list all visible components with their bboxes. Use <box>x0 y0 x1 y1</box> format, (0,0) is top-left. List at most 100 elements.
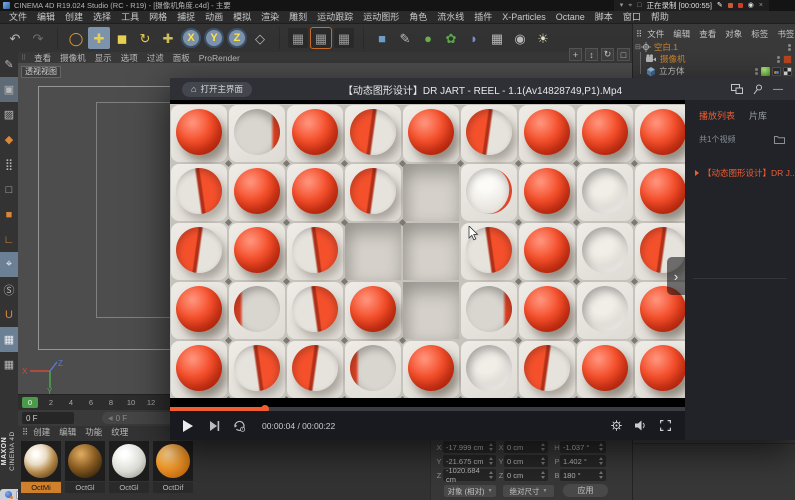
panel-grip-icon[interactable]: ⠿ <box>21 54 26 62</box>
visibility-dots[interactable] <box>753 68 759 75</box>
viewport-menu-面板[interactable]: 面板 <box>169 52 194 64</box>
viewport-menu-过滤[interactable]: 过滤 <box>143 52 168 64</box>
undo-icon[interactable]: ↶ <box>4 27 26 49</box>
volume-icon[interactable] <box>635 420 647 431</box>
visibility-dots[interactable] <box>786 44 792 51</box>
om-menu-查看[interactable]: 查看 <box>695 28 720 40</box>
menu-脚本[interactable]: 脚本 <box>590 11 618 24</box>
menu-文件[interactable]: 文件 <box>4 11 32 24</box>
move-tool-icon[interactable]: ✚ <box>88 27 110 49</box>
current-frame-field[interactable]: 0 F <box>22 412 74 424</box>
camera-tag[interactable] <box>783 55 792 64</box>
stepper-icon[interactable] <box>488 443 494 451</box>
coord-field-position-Z[interactable]: -1020.684 cm <box>443 469 496 481</box>
player-home-button[interactable]: ⌂ 打开主界面 <box>182 82 252 97</box>
texture-tag[interactable] <box>783 67 792 76</box>
menu-帮助[interactable]: 帮助 <box>646 11 674 24</box>
menu-Octane[interactable]: Octane <box>551 11 590 24</box>
menu-角色[interactable]: 角色 <box>404 11 432 24</box>
stepper-icon[interactable] <box>598 457 604 465</box>
menu-雕刻[interactable]: 雕刻 <box>284 11 312 24</box>
menu-窗口[interactable]: 窗口 <box>618 11 646 24</box>
axis-mode-icon[interactable]: ∟ <box>0 227 18 252</box>
model-mode-icon[interactable]: ▣ <box>0 77 18 102</box>
viewport-menu-显示[interactable]: 显示 <box>91 52 116 64</box>
floor-icon[interactable]: ▦ <box>486 27 508 49</box>
menu-工具[interactable]: 工具 <box>116 11 144 24</box>
apply-button[interactable]: 应用 <box>563 484 608 497</box>
zoom-view-icon[interactable]: ↕ <box>585 48 598 61</box>
pause-record-icon[interactable] <box>728 3 733 8</box>
menu-编辑[interactable]: 编辑 <box>32 11 60 24</box>
phong-tag[interactable] <box>772 67 781 76</box>
rotate-tool-icon[interactable]: ↻ <box>134 27 156 49</box>
object-row-camera[interactable]: 摄像机 <box>633 53 795 65</box>
edges-mode-icon[interactable]: □ <box>0 177 18 202</box>
play-button[interactable] <box>170 420 204 432</box>
enable-grid-icon[interactable]: ▦ <box>0 327 18 352</box>
material-menu-功能[interactable]: 功能 <box>81 426 106 438</box>
toggle-view-icon[interactable]: □ <box>617 48 630 61</box>
menu-选择[interactable]: 选择 <box>88 11 116 24</box>
menu-运动图形[interactable]: 运动图形 <box>358 11 404 24</box>
material-menu-创建[interactable]: 创建 <box>29 426 54 438</box>
video-area[interactable]: › 00:00:04 / 00:00:22 <box>170 100 685 440</box>
coords-mode-dropdown[interactable]: 对象 (相对)▼ <box>444 485 496 497</box>
texture-mode-icon[interactable]: ▨ <box>0 102 18 127</box>
viewport-menu-查看[interactable]: 查看 <box>30 52 55 64</box>
coord-field-rotation-P[interactable]: 1.402 ° <box>560 455 606 467</box>
tab-playlist[interactable]: 播放列表 <box>699 109 735 122</box>
screenshot-camera-icon[interactable]: ◉ <box>748 2 754 9</box>
render-picture-viewer-icon[interactable]: ▦ <box>311 28 331 48</box>
stepper-icon[interactable] <box>598 443 604 451</box>
material-thumb[interactable]: OctGl <box>65 441 105 493</box>
last-tool-icon[interactable]: ✚ <box>157 27 179 49</box>
light-icon[interactable]: ☀ <box>532 27 554 49</box>
panel-grip-icon[interactable]: ⠿ <box>22 427 28 438</box>
redo-icon[interactable]: ↷ <box>27 27 49 49</box>
pin-icon[interactable] <box>753 84 763 95</box>
player-titlebar[interactable]: 【动态图形设计】DR JART - REEL - 1.1(Av14828749,… <box>170 78 795 100</box>
render-view-icon[interactable]: ▦ <box>288 28 308 48</box>
stepper-icon[interactable] <box>488 457 494 465</box>
coord-field-rotation-H[interactable]: -1.037 ° <box>560 441 606 453</box>
lock-y-axis-icon[interactable]: Y <box>204 28 224 48</box>
folder-icon[interactable] <box>774 135 785 144</box>
recorder-close-icon[interactable]: × <box>759 2 763 9</box>
tab-library[interactable]: 片库 <box>749 109 767 122</box>
menu-X-Particles[interactable]: X-Particles <box>497 11 551 24</box>
next-button[interactable] <box>204 421 226 431</box>
menu-创建[interactable]: 创建 <box>60 11 88 24</box>
viewport-view-label[interactable]: 透视视图 <box>21 66 61 78</box>
om-menu-编辑[interactable]: 编辑 <box>669 28 694 40</box>
stepper-icon[interactable] <box>540 443 546 451</box>
coord-field-size-Y[interactable]: 0 cm <box>504 455 548 467</box>
coord-field-size-Z[interactable]: 0 cm <box>504 469 548 481</box>
menu-捕捉[interactable]: 捕捉 <box>172 11 200 24</box>
material-menu-纹理[interactable]: 纹理 <box>107 426 132 438</box>
viewport-menu-摄像机[interactable]: 摄像机 <box>56 52 90 64</box>
menu-渲染[interactable]: 渲染 <box>256 11 284 24</box>
menu-动画[interactable]: 动画 <box>200 11 228 24</box>
settings-gear-icon[interactable] <box>611 420 622 431</box>
menu-网格[interactable]: 网格 <box>144 11 172 24</box>
fullscreen-icon[interactable] <box>660 420 671 431</box>
polygons-mode-icon[interactable]: ■ <box>0 202 18 227</box>
recorder-dropdown-icon[interactable]: ▾ <box>620 2 624 9</box>
coord-system-icon[interactable]: ◇ <box>249 27 271 49</box>
minimize-icon[interactable]: — <box>773 84 783 95</box>
pan-view-icon[interactable]: + <box>569 48 582 61</box>
pen-tool-icon[interactable]: ✎ <box>394 27 416 49</box>
object-row-null[interactable]: ⊟ 空白.1 <box>633 41 795 53</box>
lock-x-axis-icon[interactable]: X <box>181 28 201 48</box>
magnet-icon[interactable]: U <box>0 302 18 327</box>
material-tag[interactable] <box>761 67 770 76</box>
coords-size-dropdown[interactable]: 绝对尺寸▼ <box>503 485 554 497</box>
expand-panel-button[interactable]: › <box>667 257 685 295</box>
menu-模拟[interactable]: 模拟 <box>228 11 256 24</box>
scale-tool-icon[interactable]: ◼ <box>111 27 133 49</box>
workplane-mode-icon[interactable]: ◆ <box>0 127 18 152</box>
loop-mode-icon[interactable] <box>226 420 252 432</box>
coord-field-rotation-B[interactable]: 180 ° <box>560 469 606 481</box>
panel-grip-icon[interactable]: ⠿ <box>636 29 642 40</box>
